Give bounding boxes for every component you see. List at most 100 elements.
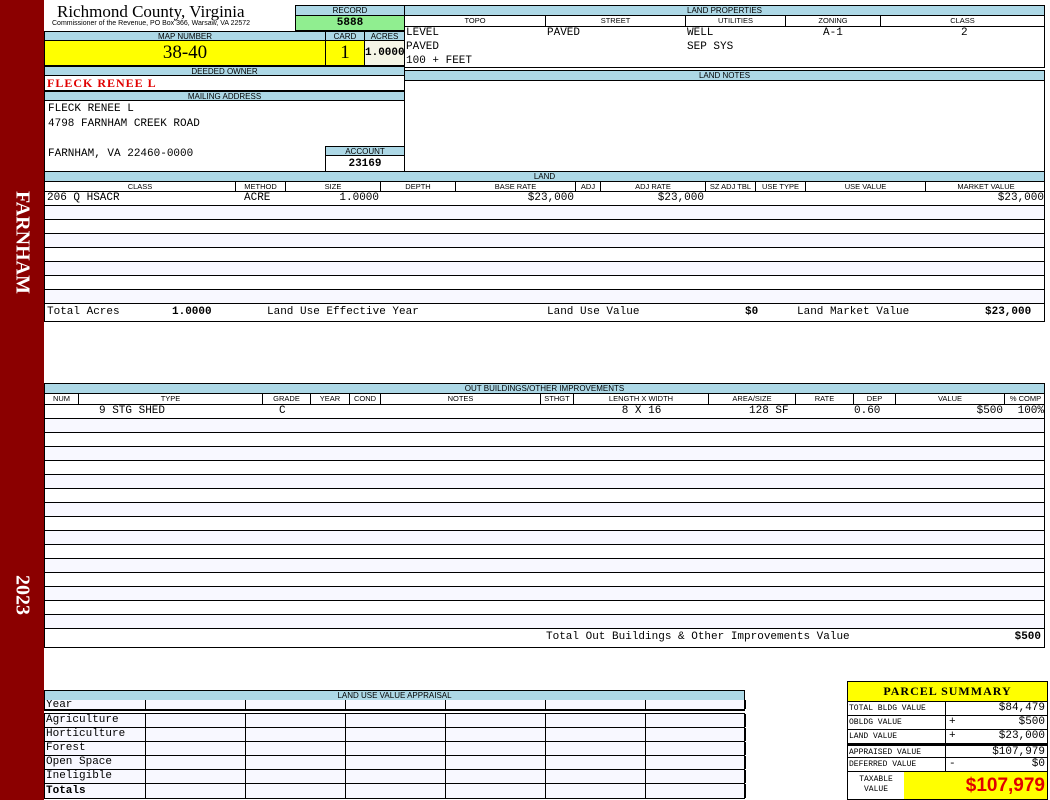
topo-3: 100 + FEET — [406, 55, 473, 67]
summary-value: $84,479 — [998, 702, 1045, 714]
parcel-summary-title: PARCEL SUMMARY — [848, 682, 1047, 702]
land-use-row-open-space: Open Space — [44, 756, 746, 770]
outbuildings-row — [45, 517, 1044, 531]
land-col-header: METHOD — [236, 182, 286, 191]
map-number-value: 38-40 — [44, 40, 326, 66]
class-1: 2 — [961, 27, 968, 39]
land-total-acres: 1.0000 — [172, 306, 212, 318]
land-use-cell — [246, 728, 346, 741]
address-line-2: 4798 FARNHAM CREEK ROAD — [48, 118, 200, 130]
land-use-cell — [646, 770, 746, 783]
outbuildings-row — [45, 601, 1044, 615]
outbuildings-cell: 100% — [1017, 405, 1044, 417]
land-use-cell — [346, 756, 446, 769]
land-notes — [404, 80, 1045, 172]
land-use-cell — [646, 714, 746, 727]
outbuildings-col-header: RATE — [796, 394, 854, 404]
land-use-cell — [246, 714, 346, 727]
land-use-cell — [146, 714, 246, 727]
land-cell: $23,000 — [527, 192, 574, 204]
summary-value: $23,000 — [998, 730, 1045, 742]
land-use-row-ineligible: Ineligible — [44, 770, 746, 784]
taxable-row: TAXABLE VALUE $107,979 — [848, 772, 1047, 799]
land-row — [45, 206, 1044, 220]
outbuildings-col-header: NUM — [45, 394, 79, 404]
land-row — [45, 262, 1044, 276]
summary-label: APPRAISED VALUE — [848, 746, 946, 757]
land-use-cell — [446, 714, 546, 727]
parcel-summary: PARCEL SUMMARY TOTAL BLDG VALUE $84,479 OB… — [847, 681, 1048, 800]
outbuildings-row — [45, 587, 1044, 601]
outbuildings-cell — [796, 405, 854, 418]
land-total-acres-label: Total Acres — [47, 306, 120, 318]
land-cell: ACRE — [244, 192, 271, 204]
land-col-header: DEPTH — [381, 182, 456, 191]
land-cell — [756, 192, 806, 205]
land-use-cell — [446, 756, 546, 769]
land-use-cell — [346, 714, 446, 727]
land-use-cell — [346, 784, 446, 798]
outbuildings-col-header: AREA/SIZE — [709, 394, 796, 404]
summary-value: $0 — [1031, 758, 1045, 770]
summary-label: OBLDG VALUE — [848, 716, 946, 729]
page-title: Richmond County, Virginia — [57, 2, 245, 21]
land-use-row-ineligible-label: Ineligible — [45, 770, 146, 783]
land-use-cell — [346, 700, 446, 709]
land-use-cell — [246, 700, 346, 709]
land-total-market: $23,000 — [985, 306, 1032, 318]
outbuildings-cell: C — [279, 405, 286, 417]
land-use-row-agriculture: Agriculture — [44, 714, 746, 728]
page-subtitle: Commissioner of the Revenue, PO Box 366,… — [52, 20, 251, 27]
land-use-cell — [446, 728, 546, 741]
land-use-cell — [546, 728, 646, 741]
land-use-cell — [146, 700, 246, 709]
outbuildings-cell: 9 STG SHED — [99, 405, 166, 417]
land-use-cell — [246, 784, 346, 798]
outbuildings-row — [45, 559, 1044, 573]
summary-row: TOTAL BLDG VALUE $84,479 — [848, 702, 1047, 716]
land-table: CLASS METHOD SIZE DEPTH BASE RATE ADJ ADJ RATE… — [44, 181, 1045, 322]
outbuildings-total-label: Total Out Buildings & Other Improvements… — [546, 631, 850, 643]
outbuildings-cell — [45, 405, 79, 418]
summary-value: $500 — [1018, 716, 1045, 728]
outbuildings-cell: $500 — [976, 405, 1003, 417]
land-use-row-agriculture-label: Agriculture — [45, 714, 146, 727]
land-row — [45, 234, 1044, 248]
land-cell — [806, 192, 926, 205]
land-rows: 206 Q HSACR ACRE 1.0000 $23,000 $23,000 $23,0… — [45, 192, 1044, 304]
land-use-cell — [346, 742, 446, 755]
outbuildings-row — [45, 419, 1044, 433]
land-total-use-value: $0 — [745, 306, 759, 318]
land-use-cell — [146, 784, 246, 798]
land-use-row-horticulture: Horticulture — [44, 728, 746, 742]
zoning-1: A-1 — [823, 27, 843, 39]
col-street: STREET — [546, 16, 686, 26]
card-value: 1 — [325, 40, 365, 66]
outbuildings-row — [45, 461, 1044, 475]
land-col-header: MARKET VALUE — [957, 182, 1015, 191]
summary-label: TOTAL BLDG VALUE — [848, 702, 946, 715]
land-use-cell — [246, 742, 346, 755]
land-col-header: CLASS — [45, 182, 236, 191]
land-use-cell — [346, 728, 446, 741]
sidebar: FARNHAM 2023 — [0, 0, 44, 800]
acres-value: 1.0000 — [364, 40, 405, 66]
col-topo: TOPO — [405, 16, 546, 26]
land-use-cell — [646, 742, 746, 755]
address-line-1: FLECK RENEE L — [48, 103, 134, 115]
land-cell: 1.0000 — [339, 192, 379, 204]
outbuildings-row — [45, 433, 1044, 447]
outbuildings-row: 9 STG SHED C 8 X 16 128 SF 0.60 $500 100% — [45, 405, 1044, 419]
topo-1: LEVEL — [406, 27, 440, 39]
land-header: CLASS METHOD SIZE DEPTH BASE RATE ADJ ADJ RATE… — [45, 182, 1044, 192]
utilities-2: SEP SYS — [687, 41, 734, 53]
land-use-row-open-space-label: Open Space — [45, 756, 146, 769]
street-1: PAVED — [547, 27, 581, 39]
outbuildings-total-value: $500 — [1014, 631, 1041, 643]
outbuildings-row — [45, 503, 1044, 517]
land-col-header: ADJ RATE — [601, 182, 706, 191]
outbuildings-col-header: STHGT — [541, 394, 574, 404]
outbuildings-cell — [311, 405, 350, 418]
topo-2: PAVED — [406, 41, 440, 53]
land-row — [45, 248, 1044, 262]
